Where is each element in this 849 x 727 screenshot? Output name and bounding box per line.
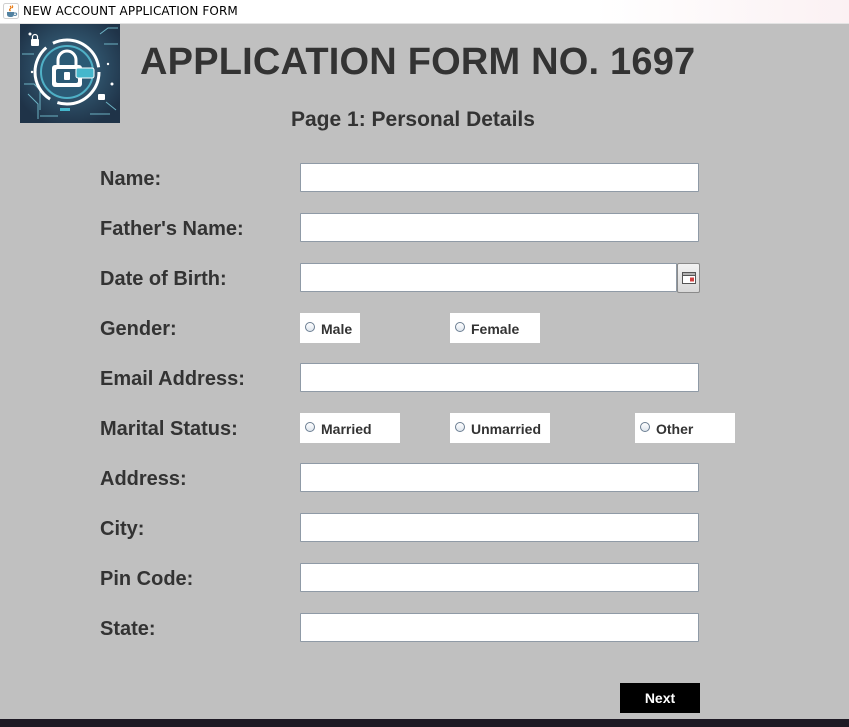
page-subtitle: Page 1: Personal Details xyxy=(291,108,535,131)
java-cup-icon xyxy=(3,3,19,19)
state-label: State: xyxy=(100,618,156,640)
father-name-input[interactable] xyxy=(300,213,699,242)
calendar-icon xyxy=(682,272,696,284)
email-label: Email Address: xyxy=(100,368,245,390)
radio-label: Male xyxy=(321,321,353,337)
pin-code-input[interactable] xyxy=(300,563,699,592)
radio-label: Other xyxy=(656,421,694,437)
radio-circle xyxy=(455,422,465,432)
gender-female-radio[interactable]: Female xyxy=(450,313,540,343)
radio-label: Married xyxy=(321,421,372,437)
marital-unmarried-radio[interactable]: Unmarried xyxy=(450,413,550,443)
pin-code-label: Pin Code: xyxy=(100,568,194,590)
city-label: City: xyxy=(100,518,145,540)
gender-label: Gender: xyxy=(100,318,177,340)
name-label: Name: xyxy=(100,168,162,190)
desktop-taskbar-edge xyxy=(0,719,849,727)
radio-label: Unmarried xyxy=(471,421,542,437)
radio-label: Female xyxy=(471,321,520,337)
radio-circle xyxy=(455,322,465,332)
address-input[interactable] xyxy=(300,463,699,492)
name-input[interactable] xyxy=(300,163,699,192)
dob-label: Date of Birth: xyxy=(100,268,227,290)
next-button[interactable]: Next xyxy=(620,683,700,713)
date-picker-button[interactable] xyxy=(677,263,700,293)
padlock-shield-logo xyxy=(20,24,120,123)
marital-other-radio[interactable]: Other xyxy=(635,413,735,443)
gender-male-radio[interactable]: Male xyxy=(300,313,360,343)
dob-input[interactable] xyxy=(300,263,677,292)
father-name-label: Father's Name: xyxy=(100,218,244,240)
address-label: Address: xyxy=(100,468,187,490)
city-input[interactable] xyxy=(300,513,699,542)
marital-status-label: Marital Status: xyxy=(100,418,238,440)
radio-circle xyxy=(640,422,650,432)
marital-married-radio[interactable]: Married xyxy=(300,413,400,443)
window-titlebar: NEW ACCOUNT APPLICATION FORM xyxy=(0,0,849,24)
radio-circle xyxy=(305,422,315,432)
window-title: NEW ACCOUNT APPLICATION FORM xyxy=(23,4,238,18)
radio-circle xyxy=(305,322,315,332)
state-input[interactable] xyxy=(300,613,699,642)
email-input[interactable] xyxy=(300,363,699,392)
page-title: APPLICATION FORM NO. 1697 xyxy=(140,41,696,83)
